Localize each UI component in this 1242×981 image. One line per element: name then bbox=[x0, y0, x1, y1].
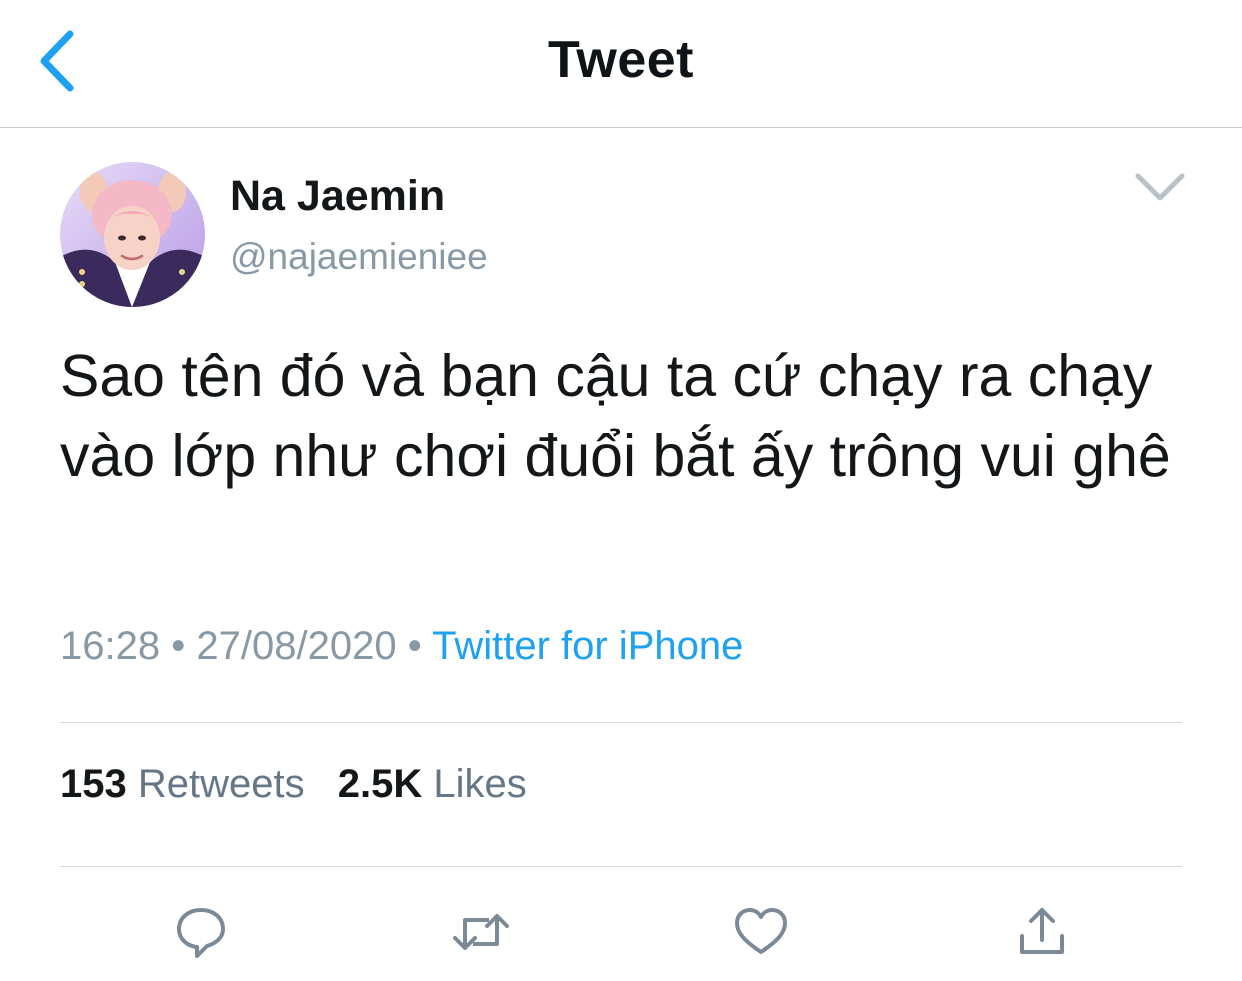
user-handle[interactable]: @najaemieniee bbox=[230, 236, 488, 278]
retweets-label: Retweets bbox=[137, 762, 305, 806]
retweet-button[interactable] bbox=[451, 902, 511, 962]
heart-icon bbox=[735, 908, 787, 954]
display-name[interactable]: Na Jaemin bbox=[230, 172, 445, 221]
tweet-date: 27/08/2020 bbox=[196, 624, 397, 668]
retweets-count: 153 bbox=[60, 762, 127, 806]
divider bbox=[60, 866, 1182, 867]
reply-button[interactable] bbox=[171, 902, 231, 962]
share-icon bbox=[1020, 908, 1064, 954]
meta-separator: • bbox=[407, 624, 422, 668]
like-button[interactable] bbox=[731, 902, 791, 962]
share-button[interactable] bbox=[1012, 902, 1072, 962]
nav-bar: Tweet bbox=[0, 0, 1242, 128]
tweet-stats: 153 Retweets 2.5K Likes bbox=[60, 762, 549, 807]
tweet-text: Sao tên đó và bạn cậu ta cứ chạy ra chạy… bbox=[60, 343, 1171, 489]
avatar[interactable] bbox=[60, 162, 205, 307]
divider bbox=[60, 722, 1182, 723]
tweet-time: 16:28 bbox=[60, 624, 161, 668]
chevron-down-icon bbox=[1135, 173, 1185, 201]
likes-count: 2.5K bbox=[337, 762, 423, 806]
likes-label: Likes bbox=[433, 762, 527, 806]
more-options-button[interactable] bbox=[1130, 164, 1190, 208]
retweet-icon bbox=[453, 914, 509, 950]
likes-stat[interactable]: 2.5K Likes bbox=[338, 762, 527, 806]
tweet-source-link[interactable]: Twitter for iPhone bbox=[432, 624, 743, 668]
tweet-meta: 16:28 • 27/08/2020 • Twitter for iPhone bbox=[60, 624, 743, 669]
meta-separator: • bbox=[171, 624, 186, 668]
reply-icon bbox=[177, 908, 225, 958]
retweets-stat[interactable]: 153 Retweets bbox=[60, 762, 316, 806]
page-title: Tweet bbox=[547, 31, 694, 89]
